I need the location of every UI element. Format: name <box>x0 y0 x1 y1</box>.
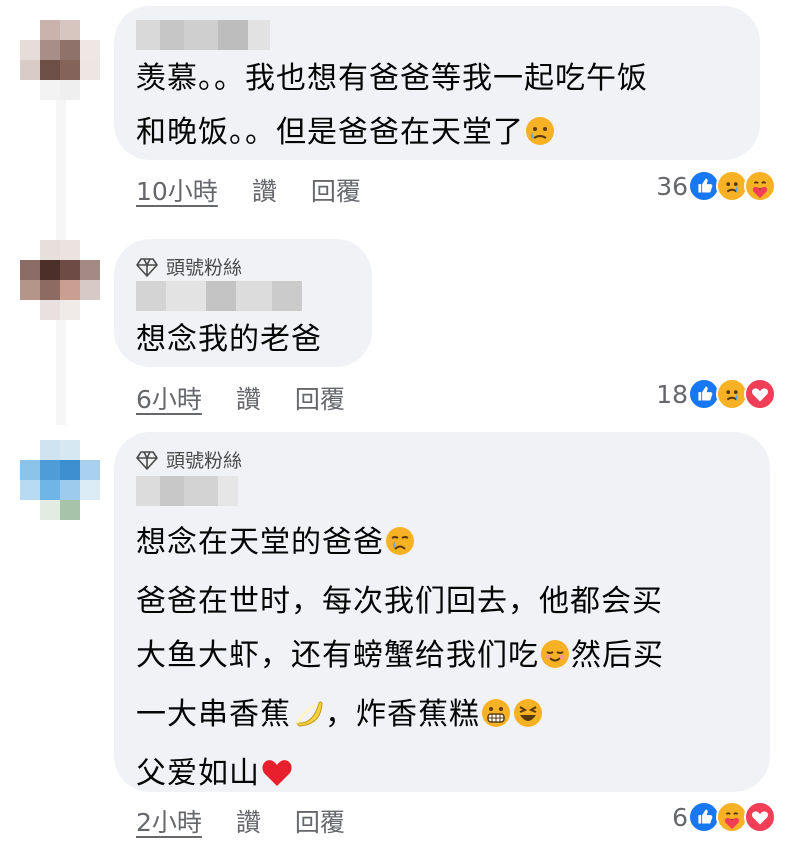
diamond-icon <box>136 257 158 277</box>
avatar[interactable] <box>20 240 100 320</box>
like-button[interactable]: 讚 <box>236 380 261 416</box>
reaction-summary[interactable]: 36 <box>656 170 776 202</box>
banana-emoji <box>291 693 325 747</box>
avatar[interactable] <box>20 440 100 520</box>
timestamp-link[interactable]: 10小時 <box>136 172 218 208</box>
reply-button[interactable]: 回覆 <box>295 380 345 416</box>
reaction-summary[interactable]: 6 <box>672 801 776 833</box>
love-icon <box>744 801 776 833</box>
sad-tear-emoji <box>524 111 556 165</box>
reaction-summary[interactable]: 18 <box>656 378 776 410</box>
comment-bubble: 頭號粉絲 想念我的老爸 <box>114 239 372 367</box>
comment-text: 羡慕。。我也想有爸爸等我一起吃午饭 和晚饭。。但是爸爸在天堂了 <box>136 52 648 165</box>
comment-actions: 2小時 讚 回覆 <box>136 803 345 839</box>
like-button[interactable]: 讚 <box>252 172 277 208</box>
reaction-count: 36 <box>656 171 688 201</box>
avatar[interactable] <box>20 20 100 100</box>
comment-bubble: 頭號粉絲 想念在天堂的爸爸 爸爸在世时，每次我们回去，他都会买 大鱼大虾，还有螃… <box>114 432 770 792</box>
relieved-face-emoji <box>539 634 571 688</box>
love-icon <box>744 378 776 410</box>
reply-button[interactable]: 回覆 <box>311 172 361 208</box>
crying-face-emoji <box>384 521 416 575</box>
laughing-face-emoji <box>512 693 544 747</box>
timestamp-link[interactable]: 2小時 <box>136 803 202 839</box>
diamond-icon <box>136 450 158 470</box>
reply-button[interactable]: 回覆 <box>295 803 345 839</box>
top-fan-badge[interactable]: 頭號粉絲 <box>136 253 242 280</box>
comment-bubble: 羡慕。。我也想有爸爸等我一起吃午饭 和晚饭。。但是爸爸在天堂了 <box>114 6 760 160</box>
badge-label: 頭號粉絲 <box>166 257 243 279</box>
grimacing-face-emoji <box>480 693 512 747</box>
comment-text: 想念我的老爸 <box>136 322 322 357</box>
comment-text: 想念在天堂的爸爸 爸爸在世时，每次我们回去，他都会买 大鱼大虾，还有螃蟹给我们吃… <box>136 516 664 806</box>
like-button[interactable]: 讚 <box>236 803 261 839</box>
top-fan-badge[interactable]: 頭號粉絲 <box>136 446 242 473</box>
comment-actions: 6小時 讚 回覆 <box>136 380 345 416</box>
timestamp-link[interactable]: 6小時 <box>136 380 202 416</box>
blurred-author-name[interactable] <box>136 476 238 506</box>
blurred-author-name[interactable] <box>136 20 270 50</box>
care-icon <box>744 170 776 202</box>
reaction-count: 18 <box>656 379 688 409</box>
reaction-count: 6 <box>672 802 688 832</box>
blurred-author-name[interactable] <box>136 281 302 311</box>
red-heart-emoji <box>260 752 294 806</box>
badge-label: 頭號粉絲 <box>166 450 243 472</box>
comment-actions: 10小時 讚 回覆 <box>136 172 361 208</box>
